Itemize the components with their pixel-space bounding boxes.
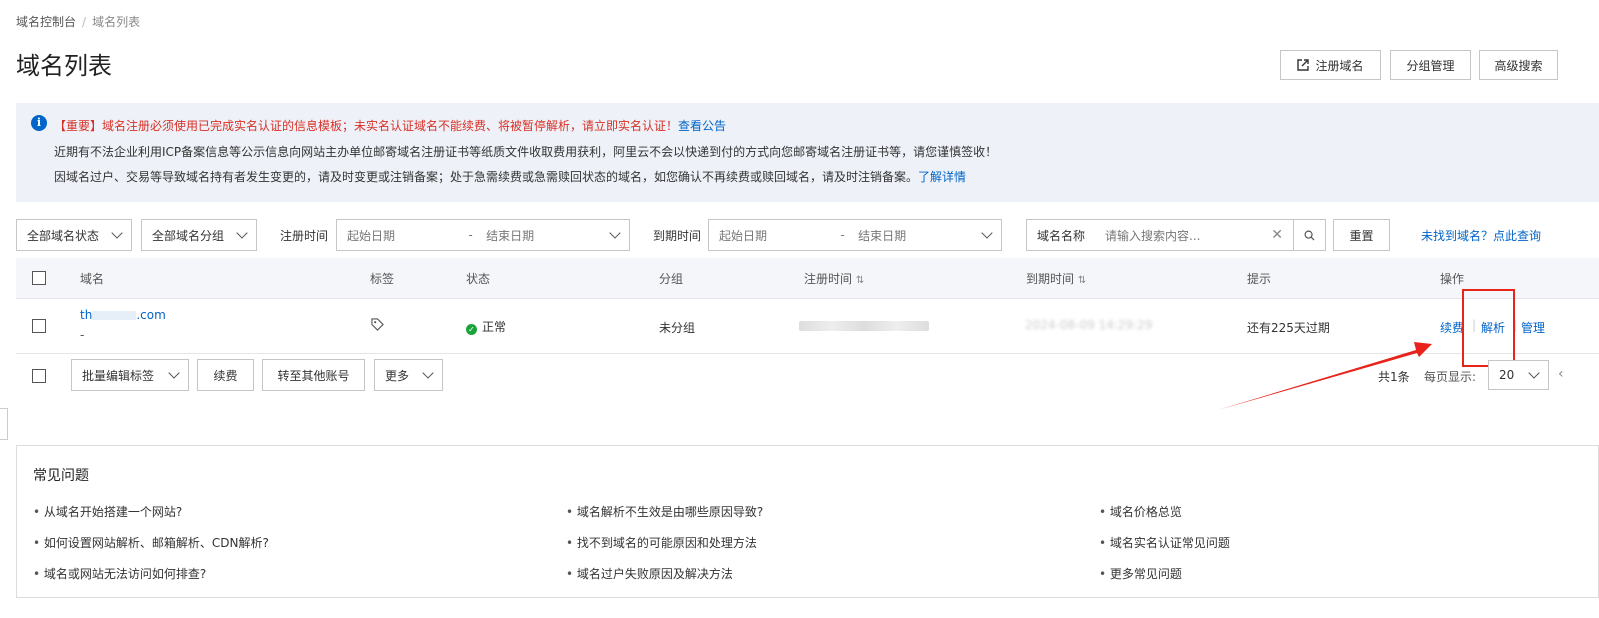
search-type-select[interactable]: 域名名称 (1026, 219, 1096, 251)
reg-date-range[interactable]: 起始日期 - 结束日期 (336, 219, 630, 251)
renew-link[interactable]: 续费 (1440, 319, 1464, 336)
transfer-account-button[interactable]: 转至其他账号 (262, 359, 365, 391)
faq-item[interactable]: 域名解析不生效是由哪些原因导致? (566, 503, 763, 520)
learn-more-link[interactable]: 了解详情 (918, 170, 966, 184)
table-header: 域名 标签 状态 分组 注册时间 ⇅ 到期时间 ⇅ 提示 操作 (16, 258, 1599, 299)
faq-item[interactable]: 域名价格总览 (1099, 503, 1182, 520)
per-page-select[interactable]: 20 (1488, 360, 1549, 390)
reg-time-blurred (799, 321, 929, 331)
hint-cell: 还有225天过期 (1247, 321, 1330, 335)
faq-item[interactable]: 域名或网站无法访问如何排查? (33, 565, 206, 582)
th-exp-time[interactable]: 到期时间 ⇅ (1026, 270, 1086, 287)
row-checkbox[interactable] (32, 319, 46, 333)
chevron-down-icon (609, 227, 621, 239)
reset-button[interactable]: 重置 (1333, 219, 1390, 251)
register-domain-button[interactable]: 注册域名 (1280, 50, 1381, 80)
highlight-box (1462, 289, 1515, 367)
notice-important: 【重要】域名注册必须使用已完成实名认证的信息模板；未实名认证域名不能续费、将被暂… (54, 119, 727, 133)
check-circle-icon: ✓ (466, 324, 477, 335)
search-button[interactable] (1293, 219, 1326, 251)
breadcrumb-root[interactable]: 域名控制台 (16, 15, 76, 29)
breadcrumb: 域名控制台 / 域名列表 (16, 15, 141, 29)
th-status: 状态 (466, 272, 491, 286)
th-hint: 提示 (1247, 272, 1272, 286)
faq-item[interactable]: 域名过户失败原因及解决方法 (566, 565, 733, 582)
not-found-query-link[interactable]: 未找到域名？点此查询 (1421, 227, 1541, 244)
group-cell: 未分组 (659, 321, 696, 335)
collapse-sidebar-icon[interactable] (0, 408, 8, 440)
faq-item[interactable]: 更多常见问题 (1099, 565, 1182, 582)
chevron-down-icon (236, 227, 248, 239)
exp-date-range[interactable]: 起始日期 - 结束日期 (708, 219, 1002, 251)
info-icon: i (31, 115, 47, 131)
exp-time-cell: 2024-08-09 14:29:29 (1025, 318, 1153, 332)
external-link-icon (1297, 59, 1310, 71)
clear-icon[interactable]: ✕ (1271, 227, 1283, 243)
advanced-search-button[interactable]: 高级搜索 (1479, 50, 1558, 80)
th-tag: 标签 (370, 272, 395, 286)
group-filter-select[interactable]: 全部域名分组 (141, 219, 257, 251)
th-domain: 域名 (80, 272, 105, 286)
manage-link[interactable]: 管理 (1521, 319, 1545, 336)
prev-page-icon[interactable]: ‹ (1558, 366, 1564, 382)
faq-item[interactable]: 如何设置网站解析、邮箱解析、CDN解析? (33, 534, 269, 551)
chevron-down-icon (168, 367, 180, 379)
bulk-renew-button[interactable]: 续费 (197, 359, 254, 391)
page-title: 域名列表 (16, 52, 112, 80)
th-ops: 操作 (1440, 272, 1465, 286)
faq-title: 常见问题 (33, 468, 89, 484)
faq-item[interactable]: 从域名开始搭建一个网站? (33, 503, 182, 520)
chevron-down-icon (111, 227, 123, 239)
search-icon (1304, 230, 1315, 241)
status-filter-select[interactable]: 全部域名状态 (16, 219, 132, 251)
chevron-down-icon (422, 367, 434, 379)
per-page-label: 每页显示: (1424, 370, 1477, 384)
tag-icon[interactable] (371, 318, 384, 334)
faq-panel: 常见问题 从域名开始搭建一个网站? 域名解析不生效是由哪些原因导致? 域名价格总… (16, 445, 1599, 598)
search-input[interactable]: 请输入搜索内容... ✕ (1095, 219, 1294, 251)
chevron-down-icon (981, 227, 993, 239)
faq-item[interactable]: 找不到域名的可能原因和处理方法 (566, 534, 757, 551)
sort-icon[interactable]: ⇅ (1078, 275, 1086, 286)
reg-time-label: 注册时间 (280, 229, 329, 243)
group-manage-button[interactable]: 分组管理 (1390, 50, 1471, 80)
notice-filing: 因域名过户、交易等导致域名持有者发生变更的，请及时变更或注销备案；处于急需续费或… (54, 170, 967, 184)
notice-warning: 近期有不法企业利用ICP备案信息等公示信息向网站主办单位邮寄域名注册证书等纸质文… (54, 145, 998, 159)
bulk-edit-tags-select[interactable]: 批量编辑标签 (71, 359, 189, 391)
th-reg-time[interactable]: 注册时间 ⇅ (804, 270, 864, 287)
total-count: 共1条 (1378, 370, 1410, 384)
more-select[interactable]: 更多 (374, 359, 443, 391)
faq-item[interactable]: 域名实名认证常见问题 (1099, 534, 1230, 551)
notice-banner: i 【重要】域名注册必须使用已完成实名认证的信息模板；未实名认证域名不能续费、将… (16, 103, 1599, 202)
domain-sub: - (80, 328, 85, 342)
sort-icon[interactable]: ⇅ (856, 275, 864, 286)
notice-link[interactable]: 查看公告 (678, 119, 726, 133)
breadcrumb-current: 域名列表 (92, 15, 141, 29)
select-all-checkbox[interactable] (32, 271, 46, 285)
chevron-down-icon (1528, 367, 1540, 379)
th-group: 分组 (659, 272, 684, 286)
status-cell: ✓ 正常 (466, 318, 506, 335)
exp-time-label: 到期时间 (653, 229, 702, 243)
domain-link[interactable]: th .com (80, 308, 166, 322)
bulk-select-checkbox[interactable] (32, 369, 46, 383)
